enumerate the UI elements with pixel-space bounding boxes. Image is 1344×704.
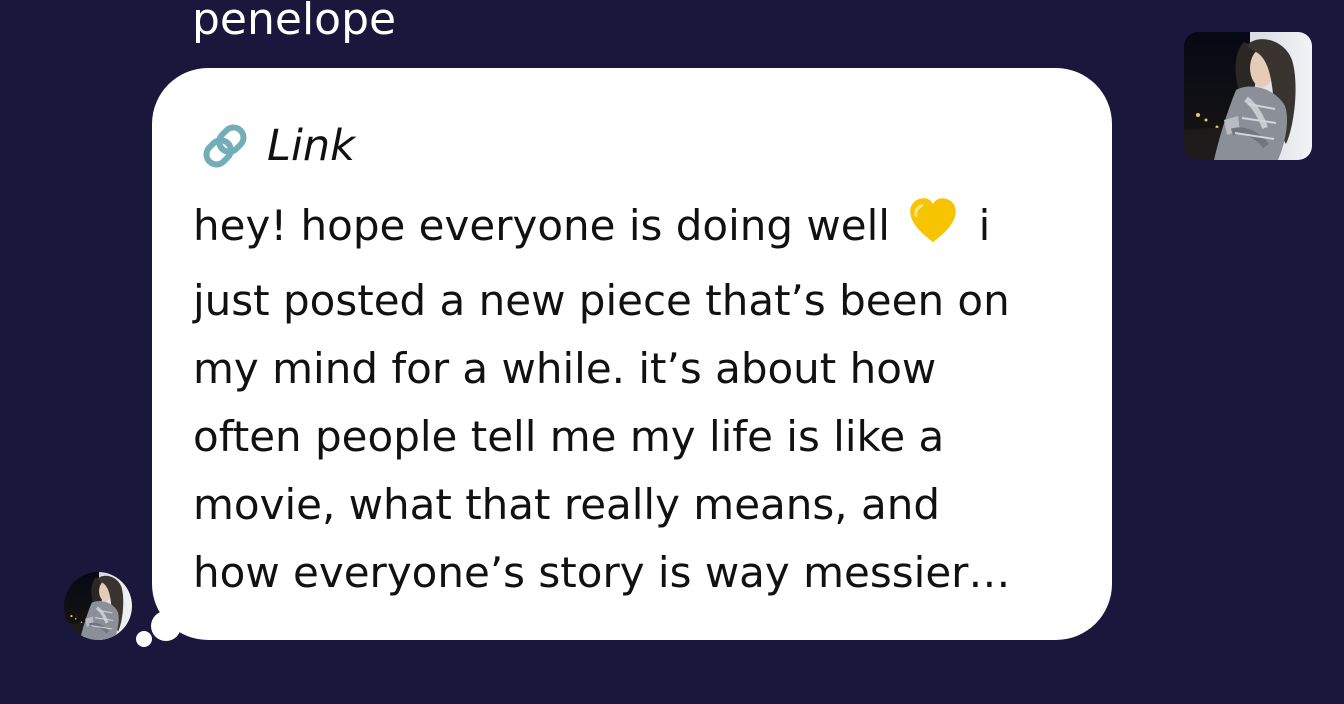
yellow-heart-icon xyxy=(905,195,961,267)
thought-bubble[interactable]: Link hey! hope everyone is doing well i … xyxy=(152,68,1112,640)
thought-bubble-dot xyxy=(136,631,152,647)
message-line-part: hey! hope everyone is doing well xyxy=(193,201,890,250)
avatar[interactable] xyxy=(1184,32,1312,160)
message-line: often people tell me my life is like a xyxy=(193,412,945,461)
message-line-part: i xyxy=(978,201,991,250)
avatar[interactable] xyxy=(64,572,132,640)
message-line: just posted a new piece that’s been on xyxy=(193,276,1010,325)
link-icon xyxy=(193,114,257,178)
link-row[interactable]: Link xyxy=(193,114,1072,178)
message-line: my mind for a while. it’s about how xyxy=(193,344,937,393)
message-text: hey! hope everyone is doing well i just … xyxy=(193,192,1073,607)
sender-name: penelope xyxy=(192,0,397,45)
message-line: hey! hope everyone is doing well i xyxy=(193,192,1073,267)
thought-bubble-dot xyxy=(151,611,181,641)
message-line: movie, what that really means, and xyxy=(193,480,941,529)
link-label[interactable]: Link xyxy=(267,114,355,178)
message-line: how everyone’s story is way messier… xyxy=(193,548,1011,597)
